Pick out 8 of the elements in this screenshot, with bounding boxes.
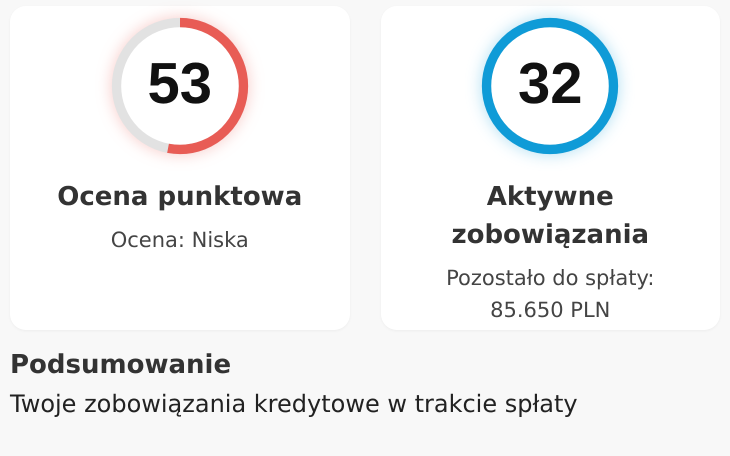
card-subtitle: Ocena: Niska (110, 227, 249, 254)
section-heading: Podsumowanie (10, 349, 232, 382)
summary-text: Twoje zobowiązania kredytowe w trakcie spłaty (10, 389, 579, 420)
score-value: 32 (516, 52, 584, 116)
score-value: 53 (146, 52, 213, 116)
card-title: Ocena punktowa (57, 181, 302, 214)
card-title: Aktywne zobowiązania (450, 181, 650, 252)
card-subtitle: Pozostało do spłaty: 85.650 PLN (445, 265, 656, 324)
